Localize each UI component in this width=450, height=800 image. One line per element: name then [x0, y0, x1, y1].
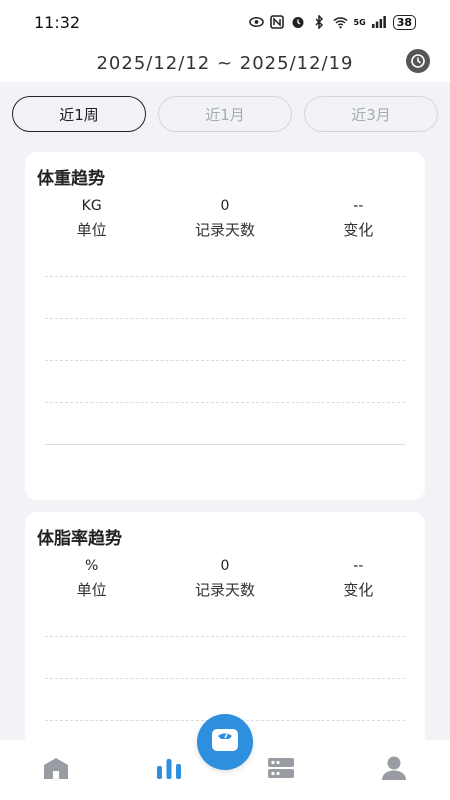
- tab-three-months[interactable]: 近3月: [304, 96, 438, 132]
- card-title: 体脂率趋势: [37, 529, 122, 549]
- nav-home[interactable]: [26, 750, 86, 790]
- date-range[interactable]: 2025/12/12 ~ 2025/12/19: [96, 53, 353, 74]
- chart-gridline: [45, 678, 405, 679]
- bluetooth-icon: [312, 15, 327, 30]
- stat-value: 0: [220, 198, 230, 214]
- stat-unit: % 单位: [25, 556, 158, 600]
- eye-icon: [248, 15, 264, 30]
- stat-value: 0: [220, 558, 230, 574]
- weigh-button[interactable]: [197, 714, 253, 770]
- chart-bars-icon: [156, 757, 182, 783]
- profile-icon: [381, 755, 407, 785]
- device-list-icon: [267, 757, 295, 783]
- weight-trend-card: 体重趋势 KG 单位 0 记录天数 -- 变化: [25, 152, 425, 500]
- nav-profile[interactable]: [364, 750, 424, 790]
- stat-change: -- 变化: [292, 196, 425, 240]
- status-time: 11:32: [34, 12, 81, 32]
- tab-month[interactable]: 近1月: [158, 96, 292, 132]
- stat-label: 单位: [76, 221, 107, 239]
- battery-icon: 38: [392, 14, 416, 30]
- chart-gridline: [45, 636, 405, 637]
- card-title: 体重趋势: [37, 169, 105, 189]
- stat-label: 变化: [343, 581, 374, 599]
- stat-label: 记录天数: [194, 581, 255, 599]
- tab-week[interactable]: 近1周: [12, 96, 146, 132]
- signal-icon: [372, 15, 387, 30]
- network-type: 5G: [353, 17, 366, 27]
- stat-record-days: 0 记录天数: [158, 556, 291, 600]
- stats-row: % 单位 0 记录天数 -- 变化: [25, 556, 425, 600]
- scale-icon: [210, 727, 240, 757]
- status-bar: 11:32 5G 38: [0, 0, 450, 44]
- chart-gridline: [45, 402, 405, 403]
- stat-value: --: [353, 558, 364, 574]
- clock-icon[interactable]: [406, 49, 430, 73]
- chart-baseline: [45, 444, 405, 445]
- chart-gridline: [45, 318, 405, 319]
- chart-gridline: [45, 276, 405, 277]
- alarm-icon: [291, 15, 306, 30]
- status-icons: 5G 38: [248, 14, 416, 30]
- stat-change: -- 变化: [292, 556, 425, 600]
- stat-value: KG: [81, 198, 102, 214]
- stat-value: --: [353, 198, 364, 214]
- nfc-icon: [270, 15, 285, 30]
- stat-record-days: 0 记录天数: [158, 196, 291, 240]
- stat-value: %: [85, 558, 99, 574]
- wifi-icon: [332, 15, 348, 30]
- period-tabs: 近1周 近1月 近3月: [12, 96, 438, 132]
- stat-label: 记录天数: [194, 221, 255, 239]
- stat-label: 变化: [343, 221, 374, 239]
- stat-label: 单位: [76, 581, 107, 599]
- header: 2025/12/12 ~ 2025/12/19: [0, 44, 450, 82]
- home-icon: [41, 756, 71, 784]
- chart-gridline: [45, 360, 405, 361]
- stats-row: KG 单位 0 记录天数 -- 变化: [25, 196, 425, 240]
- nav-devices[interactable]: [251, 750, 311, 790]
- nav-trends[interactable]: [139, 750, 199, 790]
- stat-unit: KG 单位: [25, 196, 158, 240]
